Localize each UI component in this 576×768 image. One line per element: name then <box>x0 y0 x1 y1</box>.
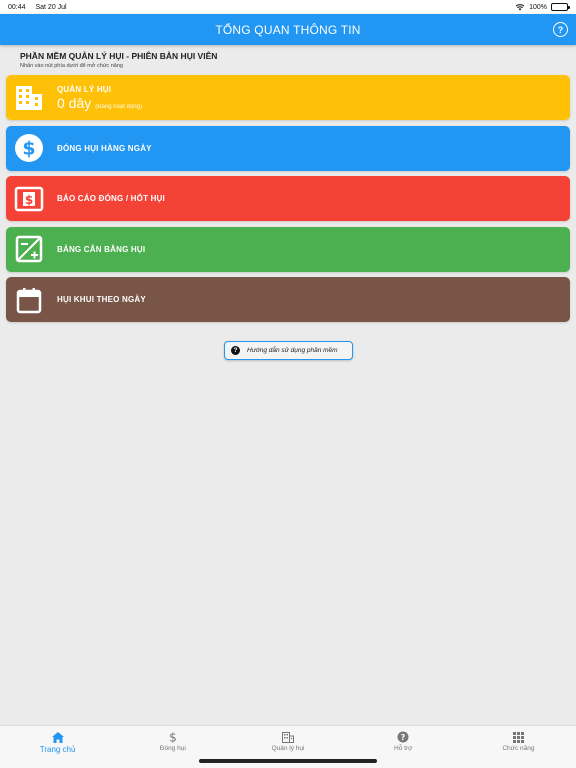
intro-subtitle: Nhấn vào nút phía dưới để mở chức năng <box>20 63 123 69</box>
status-time: 00:44 <box>8 3 26 11</box>
menu-cards: QUẢN LÝ HỤI 0 dây (Đang hoạt động) $ ĐÓN… <box>6 75 570 328</box>
status-bar: 00:44 Sat 20 Jul 100% <box>0 0 576 14</box>
card-bao-cao[interactable]: $ BÁO CÁO ĐÓNG / HỐT HỤI <box>6 176 570 221</box>
nav-item-chuc-nang[interactable]: Chức năng <box>461 726 576 768</box>
home-icon <box>51 731 64 743</box>
card-label: BẢNG CÂN BẰNG HỤI <box>57 244 146 254</box>
help-circle-icon: ? <box>397 731 409 743</box>
card-label: BÁO CÁO ĐÓNG / HỐT HỤI <box>57 194 165 203</box>
wifi-icon <box>515 4 525 11</box>
svg-text:$: $ <box>25 193 33 207</box>
calendar-icon <box>14 285 44 315</box>
building-icon <box>282 731 294 743</box>
intro-title: PHẦN MỀM QUẢN LÝ HỤI - PHIÊN BẢN HỤI VIÊ… <box>20 51 218 61</box>
help-icon[interactable]: ? <box>553 22 568 37</box>
status-left: 00:44 Sat 20 Jul <box>8 4 75 11</box>
nav-label: Hỗ trợ <box>394 745 413 752</box>
card-bang-can-bang[interactable]: BẢNG CÂN BẰNG HỤI <box>6 226 570 272</box>
app-bar: TỔNG QUAN THÔNG TIN ? <box>0 14 576 45</box>
home-indicator <box>199 759 377 763</box>
guide-button[interactable]: ? Hướng dẫn sử dụng phần mềm <box>224 341 353 360</box>
card-dong-hui-hang-ngay[interactable]: $ ĐÓNG HỤI HÀNG NGÀY <box>6 125 570 171</box>
nav-label: Đóng hụi <box>159 745 186 752</box>
grid-icon <box>512 731 524 743</box>
page-title: TỔNG QUAN THÔNG TIN <box>215 22 361 37</box>
battery-percent: 100% <box>529 3 547 11</box>
nav-item-trang-chu[interactable]: Trang chủ <box>0 726 115 768</box>
nav-label: Trang chủ <box>39 745 76 754</box>
svg-text:$: $ <box>22 138 35 160</box>
building-icon <box>14 83 44 113</box>
card-count: 0 dây <box>57 94 92 111</box>
card-quan-ly-hui[interactable]: QUẢN LÝ HỤI 0 dây (Đang hoạt động) <box>6 75 570 120</box>
help-circle-icon: ? <box>231 346 240 355</box>
guide-label: Hướng dẫn sử dụng phần mềm <box>247 347 338 354</box>
card-label: HỤI KHUI THEO NGÀY <box>57 295 146 304</box>
plus-minus-box-icon <box>14 234 44 264</box>
svg-text:$: $ <box>169 731 177 743</box>
nav-label: Chức năng <box>502 745 535 752</box>
card-hui-khui-theo-ngay[interactable]: HỤI KHUI THEO NGÀY <box>6 277 570 322</box>
dollar-icon: $ <box>167 731 179 743</box>
nav-label: Quản lý hụi <box>271 745 305 752</box>
battery-icon <box>551 3 570 11</box>
status-right: 100% <box>515 3 570 11</box>
card-count-note: (Đang hoạt động) <box>95 103 142 110</box>
card-label: ĐÓNG HỤI HÀNG NGÀY <box>57 143 152 153</box>
intro-section: PHẦN MỀM QUẢN LÝ HỤI - PHIÊN BẢN HỤI VIÊ… <box>20 51 217 69</box>
dollar-circle-icon: $ <box>14 133 44 163</box>
card-label: QUẢN LÝ HỤI <box>57 84 112 94</box>
status-date: Sat 20 Jul <box>35 3 67 11</box>
svg-text:?: ? <box>401 733 406 742</box>
dollar-box-icon: $ <box>14 184 44 214</box>
